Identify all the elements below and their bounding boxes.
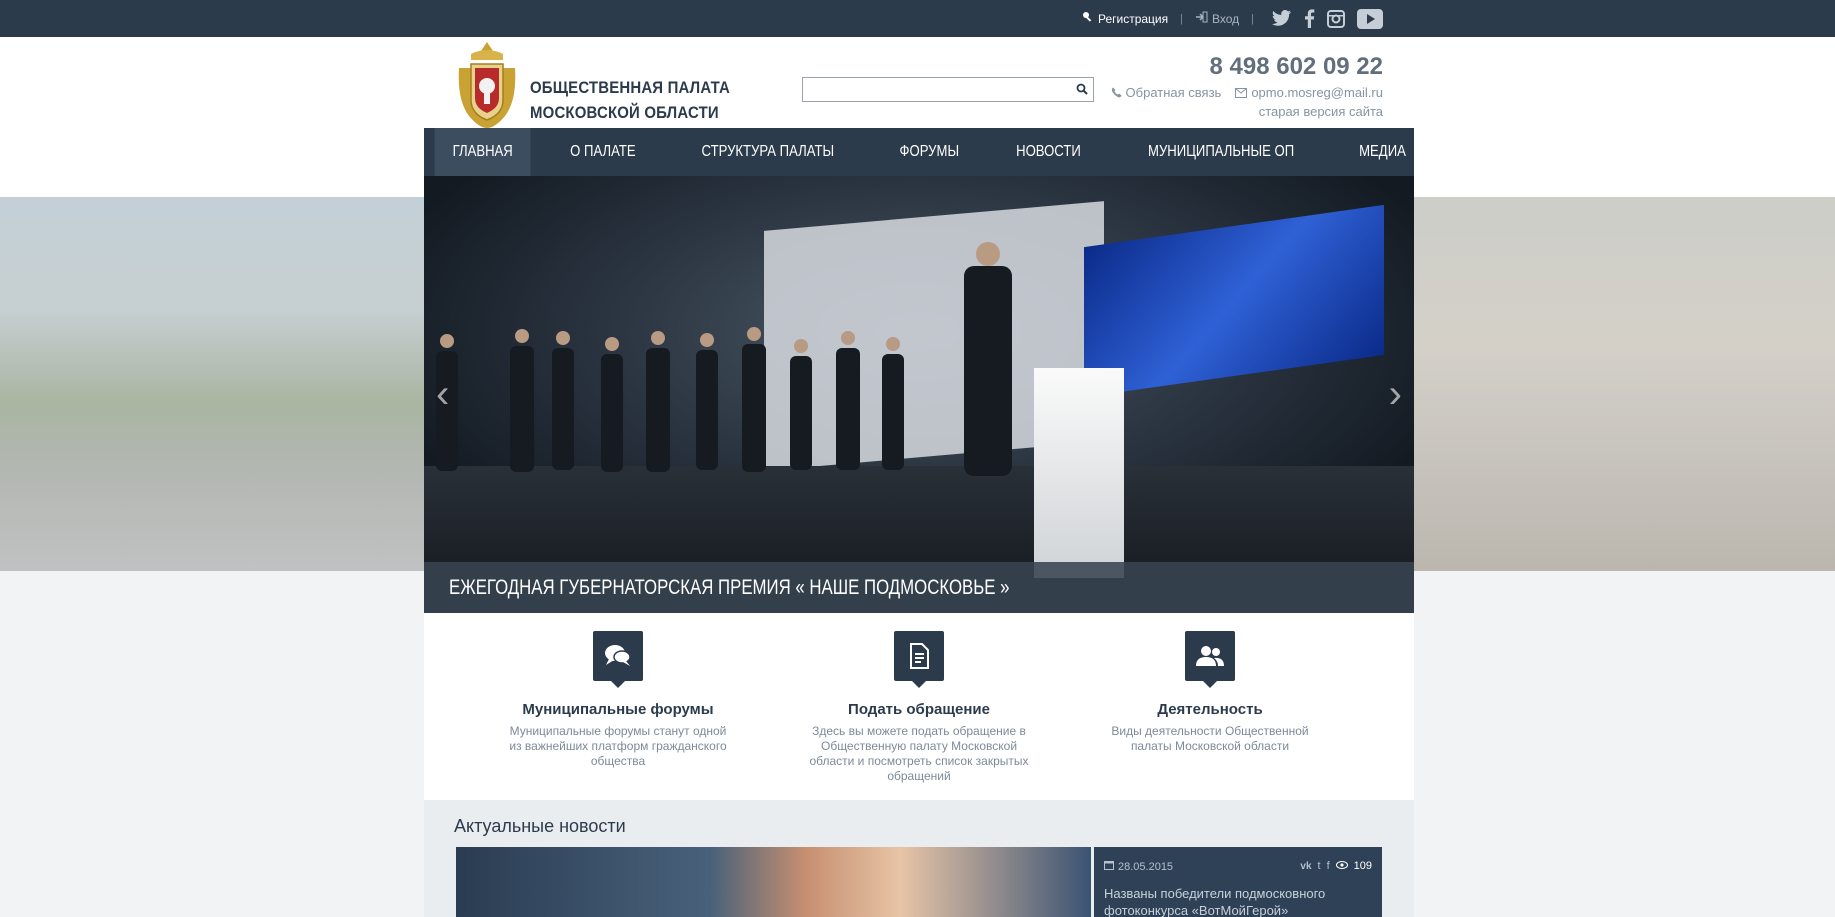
news-share: vk t f 109 [1300,860,1372,872]
register-label: Регистрация [1097,11,1169,26]
feature-title: Деятельность [1157,701,1263,718]
divider: | [1251,12,1254,25]
nav-item-about[interactable]: О ПАЛАТЕ [553,128,655,176]
calendar-icon [1104,860,1114,873]
register-link[interactable]: Регистрация [1082,11,1168,26]
youtube-icon[interactable] [1357,8,1383,29]
mail-icon [1235,87,1248,98]
feature-activity[interactable]: Деятельность Виды деятельности Обществен… [1095,631,1325,754]
phone-icon [1111,87,1122,98]
side-image-right [1414,197,1835,571]
people-silhouettes [436,242,1012,476]
email-label: opmo.mosreg@mail.ru [1251,85,1383,100]
feature-appeal[interactable]: Подать обращение Здесь вы можете подать … [804,631,1034,784]
hero-slider[interactable]: ‹ › ЕЖЕГОДНАЯ ГУБЕРНАТОРСКАЯ ПРЕМИЯ « НА… [424,176,1414,613]
nav-item-municipal[interactable]: МУНИЦИПАЛЬНЫЕ ОП [1130,128,1312,176]
facebook-icon[interactable] [1304,9,1315,28]
login-icon [1195,11,1208,26]
features-section: Муниципальные форумы Муниципальные форум… [424,613,1414,800]
news-heading: Актуальные новости [454,816,626,836]
feature-title: Муниципальные форумы [522,701,714,718]
search-field[interactable] [802,77,1094,102]
news-date: 28.05.2015 [1104,860,1173,873]
eye-icon [1335,860,1348,872]
slide-caption-text: ЕЖЕГОДНАЯ ГУБЕРНАТОРСКАЯ ПРЕМИЯ « НАШЕ П… [449,575,1010,599]
phone-number: 8 498 602 09 22 [1209,53,1384,80]
main-nav: ГЛАВНАЯ О ПАЛАТЕ СТРУКТУРА ПАЛАТЫ ФОРУМЫ… [424,128,1534,176]
top-bar: Регистрация | Вход | [0,0,1835,37]
side-image-left [0,197,424,571]
header-contacts: Обратная связь opmo.mosreg@mail.ru [1111,85,1383,100]
slider-next-icon[interactable]: › [1389,372,1402,417]
feature-forums[interactable]: Муниципальные форумы Муниципальные форум… [503,631,733,769]
news-title[interactable]: Названы победители подмосковного фотокон… [1104,885,1364,917]
site-title[interactable]: ОБЩЕСТВЕННАЯ ПАЛАТА МОСКОВСКОЙ ОБЛАСТИ [530,75,730,125]
podium [1034,368,1124,578]
twitter-icon[interactable]: t [1318,860,1321,872]
nav-item-structure[interactable]: СТРУКТУРА ПАЛАТЫ [684,128,853,176]
slider-prev-icon[interactable]: ‹ [436,372,449,417]
twitter-icon[interactable] [1272,10,1292,27]
news-date-text: 28.05.2015 [1118,860,1174,873]
nav-item-home[interactable]: ГЛАВНАЯ [434,128,531,176]
news-section: Актуальные новости 28.05.2015 vk t f 109… [424,800,1414,917]
key-icon [1082,11,1094,26]
feature-text: Виды деятельности Общественной палаты Мо… [1111,724,1309,753]
feature-text: Здесь вы можете подать обращение в Общес… [809,724,1029,783]
nav-item-news[interactable]: НОВОСТИ [998,128,1099,176]
nav-item-media[interactable]: МЕДИА [1342,128,1425,176]
document-icon [894,631,944,688]
news-image[interactable] [456,847,1091,917]
feedback-label: Обратная связь [1125,85,1222,100]
site-title-line2: МОСКОВСКОЙ ОБЛАСТИ [530,103,719,122]
emblem-logo[interactable] [453,40,521,130]
site-title-line1: ОБЩЕСТВЕННАЯ ПАЛАТА [530,78,730,97]
top-links: Регистрация | Вход | [1082,0,1383,37]
vk-icon[interactable]: vk [1300,861,1311,872]
chat-icon [593,631,643,688]
feature-text: Муниципальные форумы станут одной из важ… [509,724,727,768]
facebook-icon[interactable]: f [1327,860,1330,872]
login-label: Вход [1211,11,1240,26]
search-icon[interactable] [1076,82,1088,100]
divider: | [1180,12,1183,25]
slide-image [424,176,1414,578]
news-views: 109 [1353,860,1372,872]
login-link[interactable]: Вход [1195,11,1239,26]
instagram-icon[interactable] [1327,9,1345,28]
email-link[interactable]: opmo.mosreg@mail.ru [1235,85,1383,100]
social-links [1272,8,1383,29]
search-input[interactable] [803,78,1063,99]
nav-item-contacts[interactable]: КОНТАКТЫ [1445,128,1552,176]
news-card[interactable]: 28.05.2015 vk t f 109 Названы победители… [1094,847,1382,917]
old-version-link[interactable]: старая версия сайта [1259,104,1383,119]
users-icon [1185,631,1235,688]
nav-item-forums[interactable]: ФОРУМЫ [881,128,977,176]
feedback-link[interactable]: Обратная связь [1111,85,1222,100]
feature-title: Подать обращение [848,701,990,718]
slide-caption[interactable]: ЕЖЕГОДНАЯ ГУБЕРНАТОРСКАЯ ПРЕМИЯ « НАШЕ П… [424,562,1414,613]
